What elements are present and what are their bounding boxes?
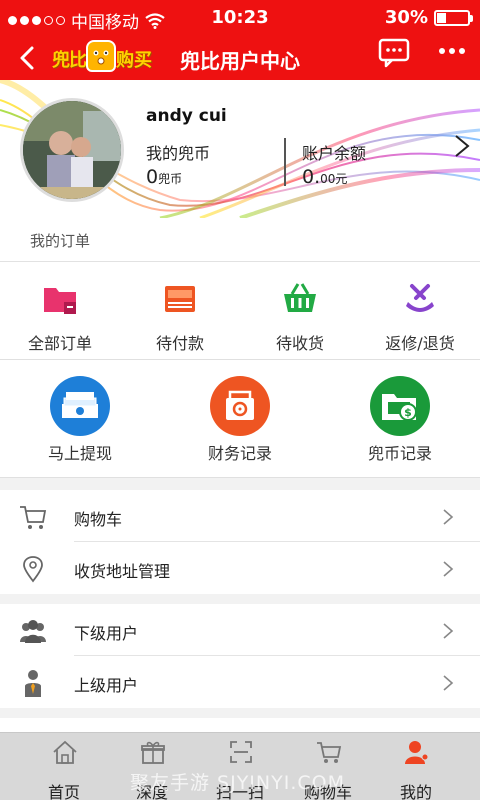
menu-label: 购物车 (74, 510, 123, 529)
status-bar: 中国移动 10:23 30% (0, 0, 480, 36)
order-awaiting-delivery-button[interactable]: 待收货 (240, 262, 360, 360)
chevron-right-icon[interactable] (452, 132, 472, 160)
more-options-icon[interactable] (438, 46, 466, 56)
divider (284, 138, 286, 186)
menu-group-partial (0, 718, 480, 732)
avatar[interactable] (20, 98, 124, 202)
basket-icon (284, 283, 316, 312)
order-all-button[interactable]: 全部订单 (0, 262, 120, 360)
chevron-right-icon (443, 675, 454, 691)
chevron-right-icon (443, 509, 454, 525)
coins-value[interactable]: 0兜币 (146, 166, 182, 188)
page-title: 兜比用户中心 (180, 49, 300, 73)
scan-icon (230, 741, 252, 763)
logo-mascot-icon (86, 40, 116, 72)
person-icon (405, 741, 429, 764)
menu-group-shopping: 购物车 收货地址管理 (0, 490, 480, 594)
safe-icon (210, 376, 270, 436)
username: andy cui (146, 106, 227, 126)
location-pin-icon (23, 556, 43, 583)
profile-banner: andy cui 我的兜币 0兜币 账户余额 0.00元 (0, 80, 480, 218)
logo-text-right: 购买 (116, 50, 152, 71)
battery-indicator: 30% (384, 7, 473, 28)
coins-label: 我的兜币 (146, 144, 211, 163)
tab-mine[interactable]: 我的 (368, 733, 464, 800)
home-icon (53, 740, 77, 764)
cart-icon (20, 506, 47, 529)
chevron-right-icon (443, 623, 454, 639)
svg-text:$: $ (404, 406, 412, 419)
orders-section-header: 我的订单 (0, 218, 480, 262)
menu-label: 收货地址管理 (74, 562, 171, 581)
order-label: 待收货 (275, 334, 324, 353)
menu-label: 上级用户 (74, 676, 139, 695)
withdraw-button[interactable]: 马上提现 (0, 360, 160, 478)
menu-item-downline-users[interactable]: 下级用户 (0, 604, 480, 656)
finance-records-button[interactable]: 财务记录 (160, 360, 320, 478)
menu-item-cart[interactable]: 购物车 (0, 490, 480, 542)
users-icon (20, 620, 46, 643)
order-label: 全部订单 (27, 334, 92, 353)
section-title: 我的订单 (30, 232, 91, 250)
logo-text-left: 兜比 (52, 50, 87, 71)
menu-group-users: 下级用户 上级用户 (0, 604, 480, 708)
watermark: 聚友手游 SJYINYI.COM (130, 772, 345, 794)
order-repair-return-button[interactable]: 返修/退货 (360, 262, 480, 360)
menu-item-address[interactable]: 收货地址管理 (0, 542, 480, 594)
tab-label: 首页 (47, 783, 80, 800)
order-pending-payment-button[interactable]: 待付款 (120, 262, 240, 360)
wallet-icon (165, 286, 195, 312)
menu-label: 下级用户 (74, 624, 139, 643)
menu-item-upline-users[interactable]: 上级用户 (0, 656, 480, 708)
battery-icon (434, 9, 473, 26)
nav-bar: 兜比 购买 兜比用户中心 (0, 36, 480, 80)
repair-icon (406, 284, 434, 312)
chevron-right-icon (443, 561, 454, 577)
order-label: 待付款 (155, 334, 204, 353)
order-shortcuts: 全部订单 待付款 待收货 返修/退货 (0, 262, 480, 360)
finance-label: 兜币记录 (367, 444, 432, 463)
cash-stack-icon (50, 376, 110, 436)
balance-value[interactable]: 0.00元 (302, 166, 347, 188)
finance-label: 马上提现 (47, 444, 112, 463)
folder-icon (44, 288, 76, 314)
tab-label: 我的 (399, 783, 432, 800)
cart-icon (317, 742, 342, 763)
balance-label: 账户余额 (302, 144, 367, 163)
top-bar: 中国移动 10:23 30% 兜比 购买 兜比用户中心 (0, 0, 480, 80)
manager-icon (25, 670, 41, 697)
message-icon[interactable] (378, 38, 410, 68)
gift-icon (141, 741, 165, 764)
finance-shortcuts: 马上提现 财务记录 $ 兜币记录 (0, 360, 480, 478)
back-arrow-icon[interactable] (14, 42, 42, 74)
order-label: 返修/退货 (385, 334, 455, 353)
money-folder-icon: $ (370, 376, 430, 436)
finance-label: 财务记录 (207, 444, 272, 463)
battery-percent: 30% (384, 7, 428, 28)
tab-home[interactable]: 首页 (16, 733, 112, 800)
coin-records-button[interactable]: $ 兜币记录 (320, 360, 480, 478)
app-logo: 兜比 购买 (52, 40, 152, 74)
